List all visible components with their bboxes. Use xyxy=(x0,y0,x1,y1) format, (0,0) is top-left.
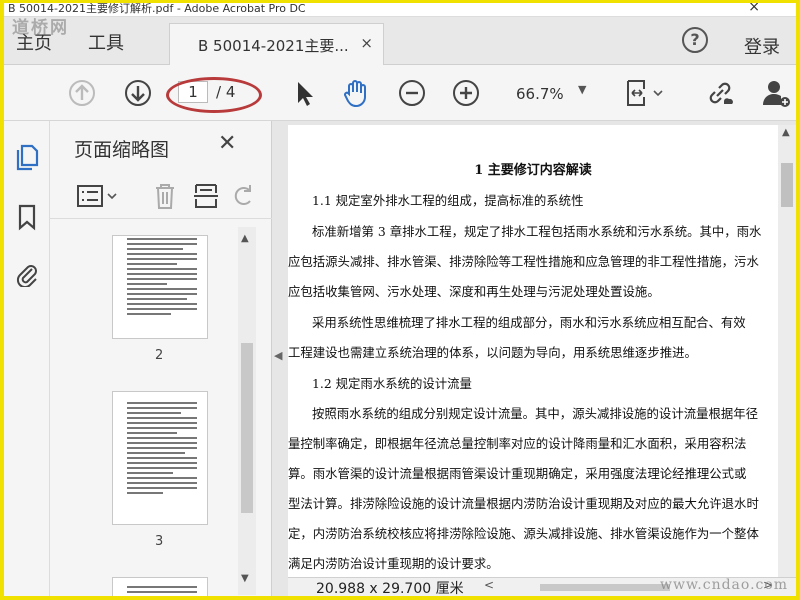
text-line: 定，内涝防治系统校核应将排涝除险设施、源头减排设施、排水管渠设施作为一个整体 xyxy=(288,526,759,541)
scrollbar-thumb[interactable] xyxy=(241,343,253,513)
text-line: 算。雨水管渠的设计流量根据雨管渠设计重现期确定，采用强度法理论经推理公式或 xyxy=(288,466,747,481)
login-button[interactable]: 登录 xyxy=(744,33,780,59)
attachment-icon[interactable] xyxy=(14,259,40,287)
text-line: 应包括收集管网、污水处理、深度和再生处理与污泥处理处置设施。 xyxy=(288,284,660,299)
text-line: 量控制率确定，即根据年径流总量控制率对应的设计降雨量和汇水面积，采用容积法 xyxy=(288,436,747,451)
delete-page-icon[interactable] xyxy=(152,181,178,211)
page-thumbnails-icon[interactable] xyxy=(14,143,40,171)
title-bar: B 50014-2021主要修订解析.pdf - Adobe Acrobat P… xyxy=(4,3,796,17)
zoom-value: 66.7% xyxy=(516,85,564,103)
page-thumbnail-4[interactable] xyxy=(112,577,208,596)
page-dimensions: 20.988 x 29.700 厘米 xyxy=(316,581,464,596)
text-line: 工程建设也需建立系统治理的体系，以问题为导向，用系统思维逐步推进。 xyxy=(288,345,697,360)
scroll-left-icon[interactable]: < xyxy=(484,578,494,592)
watermark-logo: 道桥网 xyxy=(12,18,69,38)
thumbnail-toolbar xyxy=(50,175,272,219)
share-link-icon[interactable] xyxy=(704,77,736,109)
tab-tools[interactable]: 工具 xyxy=(88,29,124,55)
previous-page-icon[interactable] xyxy=(66,77,98,109)
thumbnail-number-2: 2 xyxy=(155,348,164,363)
text-line: 采用系统性思维梳理了排水工程的组成部分，雨水和污水系统应相互配合、有效 xyxy=(312,315,746,330)
document-scrollbar[interactable]: ▲ xyxy=(778,125,796,577)
extract-page-icon[interactable] xyxy=(192,181,220,211)
thumbnails-panel: 页面缩略图 ✕ 2 3 ▲ ▼ xyxy=(50,121,272,596)
help-icon[interactable]: ? xyxy=(682,27,708,53)
horizontal-scrollbar-thumb[interactable] xyxy=(540,584,670,591)
scrollbar-thumb[interactable] xyxy=(781,163,793,207)
chevron-down-icon: ▼ xyxy=(578,83,587,96)
tab-bar: 主页 工具 B 50014-2021主要... × ? 登录 xyxy=(4,17,796,65)
window-close-icon[interactable]: × xyxy=(748,3,760,14)
thumbnails-scrollbar[interactable]: ▲ ▼ xyxy=(238,227,256,595)
page-thumbnail-2[interactable] xyxy=(112,235,208,339)
add-user-icon[interactable] xyxy=(760,77,792,109)
section-heading: 1 主要修订内容解读 xyxy=(474,163,592,178)
collapse-panel-icon[interactable]: ◀ xyxy=(274,349,282,362)
site-watermark: www.cndao.com xyxy=(660,577,789,593)
thumbnail-options-icon[interactable] xyxy=(76,183,122,209)
next-page-icon[interactable] xyxy=(122,77,154,109)
zoom-out-icon[interactable] xyxy=(396,77,428,109)
highlight-annotation-ellipse xyxy=(166,77,262,113)
zoom-in-icon[interactable] xyxy=(450,77,482,109)
page-thumbnail-3[interactable] xyxy=(112,391,208,525)
scroll-up-icon[interactable]: ▲ xyxy=(241,233,249,244)
text-line: 1.1 规定室外排水工程的组成，提高标准的系统性 xyxy=(312,193,584,208)
left-navigation-rail xyxy=(4,121,50,596)
bookmark-icon[interactable] xyxy=(16,203,38,231)
fit-page-icon[interactable] xyxy=(622,77,666,109)
text-line: 型法计算。排涝除险设施的设计流量根据内涝防治设计重现期及对应的最大允许退水时 xyxy=(288,496,759,511)
tab-document-label: B 50014-2021主要... xyxy=(198,37,349,55)
scroll-down-icon[interactable]: ▼ xyxy=(241,573,249,584)
panel-title: 页面缩略图 xyxy=(74,139,170,161)
text-line: 按照雨水系统的组成分别规定设计流量。其中，源头减排设施的设计流量根据年径 xyxy=(312,406,759,421)
rotate-page-icon[interactable] xyxy=(232,181,256,211)
tab-close-icon[interactable]: × xyxy=(360,34,373,52)
hand-tool-icon[interactable] xyxy=(340,77,372,109)
select-cursor-icon[interactable] xyxy=(288,77,320,109)
zoom-select[interactable]: 66.7% ▼ xyxy=(510,81,600,107)
text-line: 1.2 规定雨水系统的设计流量 xyxy=(312,376,472,391)
text-line: 应包括源头减排、排水管渠、排涝除险等工程性措施和应急管理的非工程性措施，污水 xyxy=(288,254,759,269)
pdf-page: 1 主要修订内容解读 1.1 规定室外排水工程的组成，提高标准的系统性 标准新增… xyxy=(288,125,778,577)
text-line: 满足内涝防治设计重现期的设计要求。 xyxy=(288,556,499,571)
thumbnail-number-3: 3 xyxy=(155,534,164,549)
app-window: B 50014-2021主要修订解析.pdf - Adobe Acrobat P… xyxy=(4,3,796,596)
panel-close-icon[interactable]: ✕ xyxy=(218,131,236,156)
tab-document[interactable]: B 50014-2021主要... × xyxy=(169,23,384,65)
document-view: ◀ 1 主要修订内容解读 1.1 规定室外排水工程的组成，提高标准的系统性 标准… xyxy=(272,121,796,596)
text-line: 标准新增第 3 章排水工程，规定了排水工程包括雨水系统和污水系统。其中，雨水 xyxy=(312,224,762,239)
scroll-up-icon[interactable]: ▲ xyxy=(782,127,790,138)
main-toolbar: 1 / 4 66.7% ▼ xyxy=(4,65,796,121)
